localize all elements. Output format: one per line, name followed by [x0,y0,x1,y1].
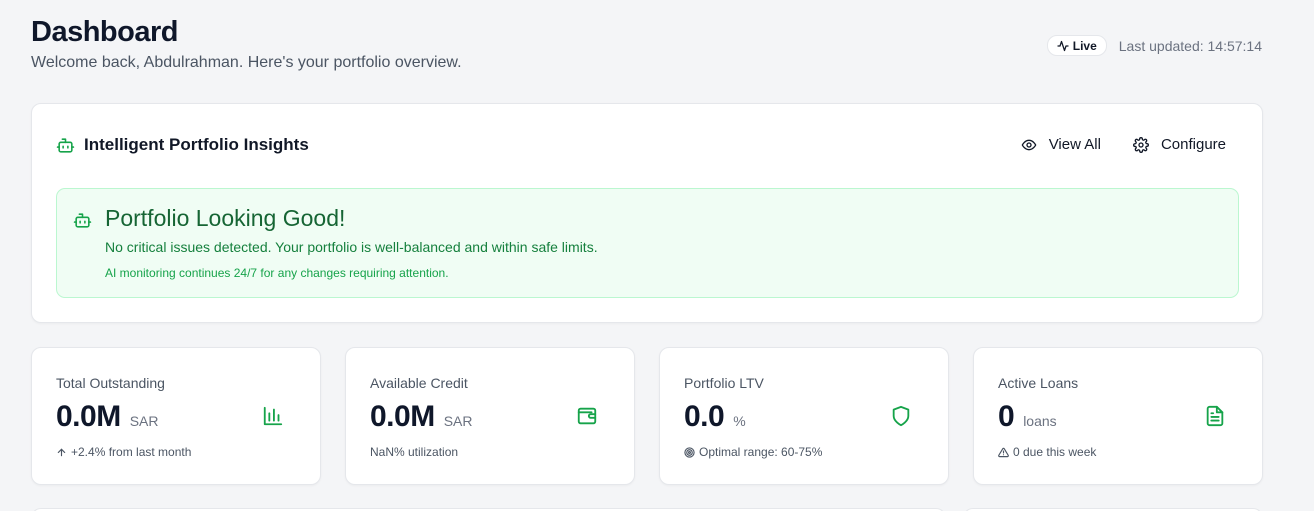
document-icon [1206,405,1224,427]
insights-title: Intelligent Portfolio Insights [84,135,309,154]
stat-label: Available Credit [370,375,468,391]
stat-value-row: 0.0M SAR [370,400,473,434]
page-header: Dashboard Welcome back, Abdulrahman. Her… [31,14,1262,84]
eye-icon [1021,139,1037,150]
status-bar: Live Last updated: 14:57:14 [1046,35,1262,56]
live-badge: Live [1046,35,1107,56]
insights-header: Intelligent Portfolio Insights [56,135,309,155]
stat-value-row: 0.0 % [684,400,746,434]
insights-actions: View All Configure [1021,136,1226,153]
portfolio-status-alert: Portfolio Looking Good! No critical issu… [56,188,1239,298]
bar-chart-icon [263,406,283,426]
status-title: Portfolio Looking Good! [105,205,346,231]
stat-foot: +2.4% from last month [56,445,191,459]
stat-card-available-credit: Available Credit 0.0M SAR NaN% utilizati… [345,347,635,485]
shield-icon [892,405,910,427]
warning-icon [998,447,1009,457]
stat-value-row: 0 loans [998,400,1057,434]
stat-unit: SAR [443,413,473,429]
stat-foot: 0 due this week [998,445,1096,459]
stat-foot-text: NaN% utilization [370,445,459,459]
gear-icon [1133,136,1149,153]
stat-foot-text: +2.4% from last month [71,445,192,459]
target-icon [684,446,695,458]
live-label: Live [1072,38,1097,53]
stat-card-portfolio-ltv: Portfolio LTV 0.0 % Optimal range: 60-75… [659,347,949,485]
insights-card: Intelligent Portfolio Insights View All … [31,103,1263,323]
stat-foot: Optimal range: 60-75% [684,445,822,459]
stat-value: 0.0M [370,400,435,433]
last-updated: Last updated: 14:57:14 [1118,37,1262,54]
arrow-up-icon [57,448,66,456]
stat-card-active-loans: Active Loans 0 loans 0 due this week [973,347,1263,485]
stat-label: Total Outstanding [56,375,165,391]
stat-value: 0.0 [684,400,725,433]
status-description: No critical issues detected. Your portfo… [105,239,598,255]
stat-unit: loans [1023,413,1057,429]
stat-value: 0 [998,400,1015,433]
stat-value-row: 0.0M SAR [56,400,159,434]
status-note: AI monitoring continues 24/7 for any cha… [105,266,449,280]
wallet-icon [577,407,597,425]
stat-label: Portfolio LTV [684,375,764,391]
stat-card-total-outstanding: Total Outstanding 0.0M SAR +2.4% from la… [31,347,321,485]
stat-foot-text: Optimal range: 60-75% [699,445,823,459]
robot-icon [56,137,75,153]
stat-label: Active Loans [998,375,1079,391]
robot-icon [73,213,92,228]
stat-unit: SAR [129,413,159,429]
page-subtitle: Welcome back, Abdulrahman. Here's your p… [31,54,462,71]
activity-icon [1057,40,1069,51]
view-all-label: View All [1048,136,1101,153]
configure-label: Configure [1160,136,1226,153]
view-all-button[interactable]: View All [1021,136,1101,153]
stat-value: 0.0M [56,400,121,433]
configure-button[interactable]: Configure [1133,136,1226,153]
stat-unit: % [733,413,746,429]
stat-foot-text: 0 due this week [1013,445,1097,459]
stat-foot: NaN% utilization [370,445,458,459]
